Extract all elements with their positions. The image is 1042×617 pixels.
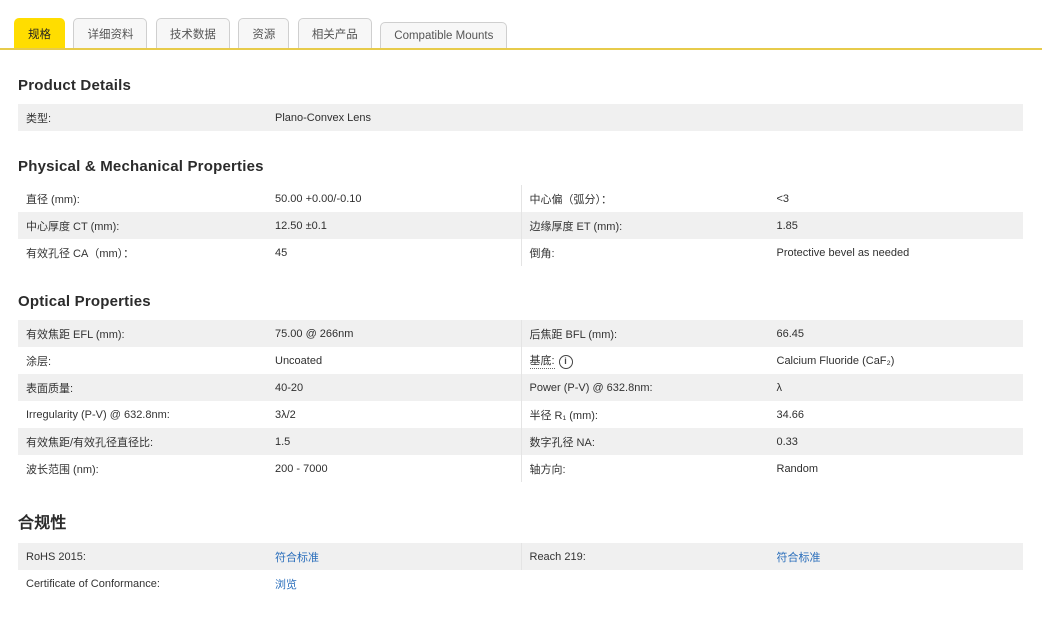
spec-label: 边缘厚度 ET (mm): <box>529 220 623 233</box>
spec-row: 涂层: Uncoated 基底: i Calcium Fluoride (CaF₂… <box>18 347 1023 374</box>
spec-label: 类型: <box>26 112 52 125</box>
spec-label: 半径 R₁ (mm): <box>529 409 598 422</box>
tab-compatible-mounts[interactable]: Compatible Mounts <box>380 22 508 48</box>
spec-value: Calcium Fluoride (CaF₂) <box>776 354 895 367</box>
spec-value: 34.66 <box>776 408 805 421</box>
spec-label: 表面质量: <box>26 382 74 395</box>
spec-row: 直径 (mm): 50.00 +0.00/-0.10 中心偏（弧分）： <3 <box>18 185 1023 212</box>
specifications-content: Product Details 类型: Plano-Convex Lens Ph… <box>0 77 1042 617</box>
spec-row: 波长范围 (nm): 200 - 7000 轴方向: Random <box>18 455 1023 482</box>
reach-compliance-cell: 符合标准 <box>777 549 1024 565</box>
spec-value: 45 <box>275 246 288 259</box>
spec-value: 50.00 +0.00/-0.10 <box>275 192 362 205</box>
spec-label: 波长范围 (nm): <box>26 463 99 476</box>
tab-technical-data[interactable]: 技术数据 <box>155 18 230 48</box>
section-heading-optical: Optical Properties <box>18 293 151 310</box>
spec-label: RoHS 2015: <box>26 550 86 563</box>
spec-label: 倒角: <box>529 247 555 260</box>
spec-row: 类型: Plano-Convex Lens <box>18 104 1023 131</box>
spec-value: 66.45 <box>776 327 805 340</box>
spec-label: 有效孔径 CA（mm）： <box>26 247 135 260</box>
spec-value: 75.00 @ 266nm <box>275 327 354 340</box>
spec-label: 后焦距 BFL (mm): <box>529 328 618 341</box>
spec-row: Certificate of Conformance: 浏览 <box>18 570 1023 597</box>
spec-label: Certificate of Conformance: <box>26 577 160 590</box>
spec-value: Plano-Convex Lens <box>275 111 372 124</box>
section-heading-physical: Physical & Mechanical Properties <box>18 158 264 175</box>
spec-value: 1.85 <box>776 219 798 232</box>
spec-label: Irregularity (P-V) @ 632.8nm: <box>26 408 170 421</box>
spec-value: 12.50 ±0.1 <box>275 219 327 232</box>
spec-value: 3λ/2 <box>275 408 296 421</box>
spec-row: 有效焦距/有效孔径直径比: 1.5 数字孔径 NA: 0.33 <box>18 428 1023 455</box>
tab-resources[interactable]: 资源 <box>238 18 290 48</box>
spec-label: Power (P-V) @ 632.8nm: <box>529 381 653 394</box>
spec-row: Irregularity (P-V) @ 632.8nm: 3λ/2 半径 R₁… <box>18 401 1023 428</box>
tab-specifications[interactable]: 规格 <box>14 18 65 48</box>
spec-label: 中心厚度 CT (mm): <box>26 220 120 233</box>
coc-cell: 浏览 <box>275 576 521 592</box>
spec-row: RoHS 2015: 符合标准 Reach 219: 符合标准 <box>18 543 1023 570</box>
spec-label: 涂层: <box>26 355 52 368</box>
spec-label: 有效焦距/有效孔径直径比: <box>26 436 154 449</box>
spec-row: 有效孔径 CA（mm）： 45 倒角: Protective bevel as … <box>18 239 1023 266</box>
spec-value: Random <box>776 462 819 475</box>
spec-value: 0.33 <box>776 435 798 448</box>
section-heading-compliance: 合规性 <box>18 515 67 532</box>
spec-label: 有效焦距 EFL (mm): <box>26 328 125 341</box>
spec-label: 中心偏（弧分）： <box>529 193 613 206</box>
spec-row: 有效焦距 EFL (mm): 75.00 @ 266nm 后焦距 BFL (mm… <box>18 320 1023 347</box>
tab-related-products[interactable]: 相关产品 <box>297 18 372 48</box>
spec-value: 1.5 <box>275 435 291 448</box>
reach-compliant-link[interactable]: 符合标准 <box>777 552 821 564</box>
section-heading-product-details: Product Details <box>18 77 132 94</box>
physical-table: 直径 (mm): 50.00 +0.00/-0.10 中心偏（弧分）： <3 中… <box>18 185 1023 266</box>
spec-value: <3 <box>776 192 790 205</box>
optical-table: 有效焦距 EFL (mm): 75.00 @ 266nm 后焦距 BFL (mm… <box>18 320 1023 482</box>
product-details-table: 类型: Plano-Convex Lens <box>18 104 1023 131</box>
spec-label-substrate: 基底: i <box>522 352 777 370</box>
spec-value: 200 - 7000 <box>275 462 328 475</box>
spec-row: 表面质量: 40-20 Power (P-V) @ 632.8nm: λ <box>18 374 1023 401</box>
spec-value: 40-20 <box>275 381 304 394</box>
rohs-compliance-cell: 符合标准 <box>275 549 521 565</box>
rohs-compliant-link[interactable]: 符合标准 <box>275 552 319 564</box>
spec-label: Reach 219: <box>529 550 586 563</box>
spec-label: 轴方向: <box>529 463 566 476</box>
spec-value: Uncoated <box>275 354 323 367</box>
compliance-table: RoHS 2015: 符合标准 Reach 219: 符合标准 Certific… <box>18 543 1023 597</box>
spec-label: 直径 (mm): <box>26 193 80 206</box>
spec-label: 数字孔径 NA: <box>529 436 595 449</box>
spec-value: λ <box>776 381 783 394</box>
info-icon[interactable]: i <box>558 354 573 369</box>
tab-bar: 规格 详细资料 技术数据 资源 相关产品 Compatible Mounts <box>0 0 1042 50</box>
tab-details[interactable]: 详细资料 <box>73 18 148 48</box>
spec-value: Protective bevel as needed <box>776 246 910 259</box>
spec-row: 中心厚度 CT (mm): 12.50 ±0.1 边缘厚度 ET (mm): 1… <box>18 212 1023 239</box>
certificate-view-link[interactable]: 浏览 <box>275 579 297 591</box>
